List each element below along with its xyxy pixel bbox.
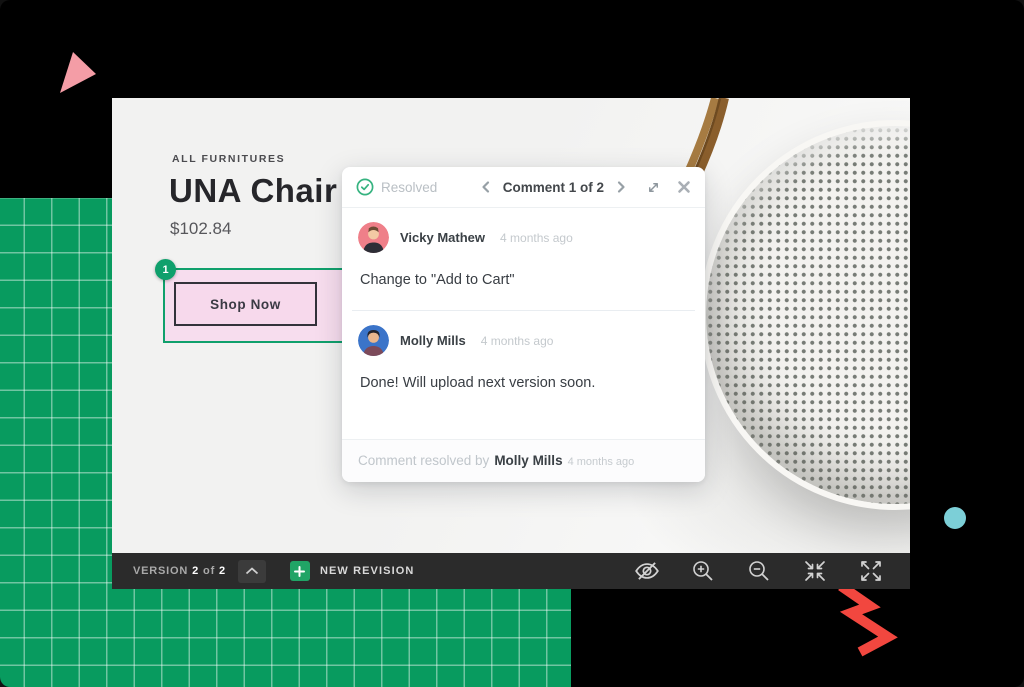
fullscreen-icon xyxy=(859,559,883,583)
comment-timestamp: 4 months ago xyxy=(481,334,554,348)
resolved-by-time: 4 months ago xyxy=(568,456,635,468)
avatar-molly-mills xyxy=(358,325,389,356)
comment-panel-header: Resolved Comment 1 of 2 xyxy=(342,167,705,208)
fit-screen-button[interactable] xyxy=(802,558,828,584)
viewer-tools xyxy=(634,558,884,584)
zoom-out-button[interactable] xyxy=(746,558,772,584)
comment-timestamp: 4 months ago xyxy=(500,231,573,245)
app-window: ALL FURNITURES UNA Chair $102.84 Shop No… xyxy=(0,0,1024,687)
next-comment-button[interactable] xyxy=(614,180,628,194)
product-title: UNA Chair xyxy=(169,172,337,210)
comment-item: Molly Mills 4 months ago Done! Will uplo… xyxy=(342,311,705,439)
previous-comment-button[interactable] xyxy=(479,180,493,194)
cyan-dot-decoration xyxy=(944,507,966,529)
new-revision-action[interactable]: NEW REVISION xyxy=(290,561,415,581)
comment-author-row: Vicky Mathew 4 months ago xyxy=(358,222,689,253)
diagonal-expand-icon xyxy=(646,180,661,195)
version-menu-toggle[interactable] xyxy=(238,560,266,583)
resolved-by-prefix: Comment resolved by xyxy=(358,453,489,468)
version-prefix: VERSION xyxy=(133,565,188,577)
version-total: 2 xyxy=(219,565,226,577)
comment-panel: Resolved Comment 1 of 2 xyxy=(342,167,705,482)
comment-text: Done! Will upload next version soon. xyxy=(358,356,689,409)
comment-author-row: Molly Mills 4 months ago xyxy=(358,325,689,356)
close-icon xyxy=(677,180,691,194)
pink-triangle-decoration xyxy=(60,52,96,93)
hide-comments-button[interactable] xyxy=(634,558,660,584)
fullscreen-button[interactable] xyxy=(858,558,884,584)
resolved-by-author: Molly Mills xyxy=(494,453,562,468)
new-revision-label: NEW REVISION xyxy=(320,565,415,577)
resolved-status-label: Resolved xyxy=(381,180,437,195)
expand-panel-button[interactable] xyxy=(646,180,661,195)
zoom-in-button[interactable] xyxy=(690,558,716,584)
comment-pager-label: Comment 1 of 2 xyxy=(503,180,604,195)
comment-spacer xyxy=(358,409,689,435)
chevron-right-icon xyxy=(614,180,628,194)
comment-author: Vicky Mathew xyxy=(400,230,485,245)
plus-icon xyxy=(294,566,305,577)
comment-author: Molly Mills xyxy=(400,333,466,348)
hide-comments-icon xyxy=(634,558,660,584)
version-indicator: VERSION 2 of 2 xyxy=(133,565,226,577)
comment-item: Vicky Mathew 4 months ago Change to "Add… xyxy=(342,208,705,310)
chevron-left-icon xyxy=(479,180,493,194)
comment-text: Change to "Add to Cart" xyxy=(358,253,689,306)
fit-screen-icon xyxy=(803,559,827,583)
close-panel-button[interactable] xyxy=(677,180,691,194)
comment-marker-1[interactable]: 1 xyxy=(155,259,176,280)
resolved-check-icon xyxy=(356,178,374,196)
avatar-vicky-mathew xyxy=(358,222,389,253)
zoom-out-icon xyxy=(747,559,771,583)
comment-pager: Comment 1 of 2 xyxy=(479,180,628,195)
red-zigzag-decoration xyxy=(841,586,888,652)
version-of: of xyxy=(203,565,215,577)
version-current: 2 xyxy=(192,565,199,577)
zoom-in-icon xyxy=(691,559,715,583)
comment-resolved-footer: Comment resolved by Molly Mills 4 months… xyxy=(342,439,705,482)
bottom-toolbar: VERSION 2 of 2 NEW REVISION xyxy=(112,553,910,589)
chevron-up-icon xyxy=(245,567,259,575)
resolved-status: Resolved xyxy=(356,178,437,196)
category-label: ALL FURNITURES xyxy=(172,153,285,165)
add-revision-button[interactable] xyxy=(290,561,310,581)
shop-now-button[interactable]: Shop Now xyxy=(174,282,317,326)
product-price: $102.84 xyxy=(170,219,231,239)
